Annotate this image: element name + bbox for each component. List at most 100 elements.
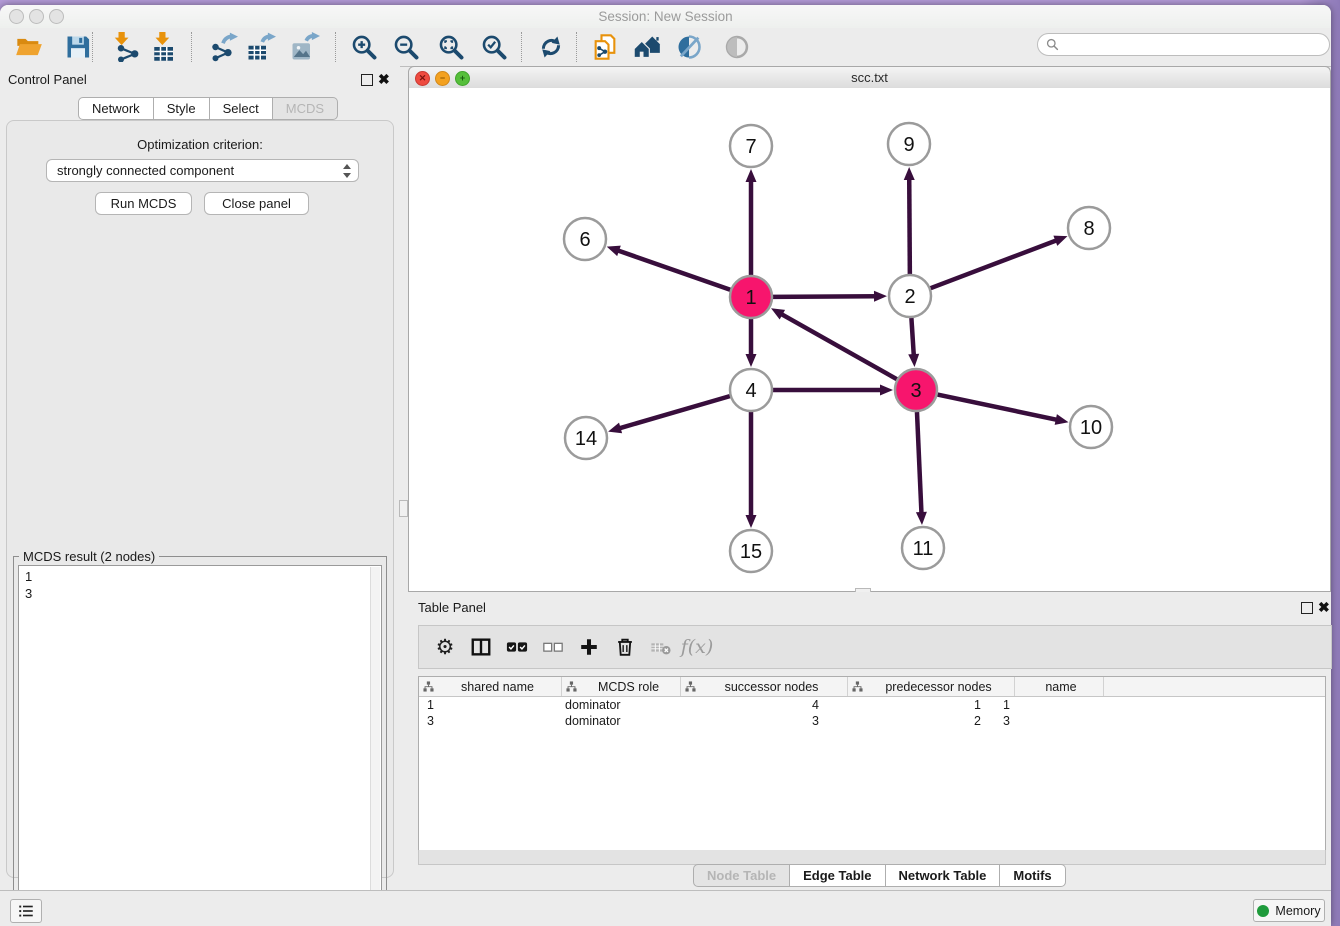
first-neighbors-button[interactable] bbox=[630, 30, 664, 64]
table-cell: 1 bbox=[419, 698, 557, 712]
import-network-button[interactable] bbox=[109, 30, 143, 64]
export-image-button[interactable] bbox=[288, 30, 322, 64]
table-tab-edge-table[interactable]: Edge Table bbox=[790, 864, 885, 887]
delete-column-button[interactable] bbox=[643, 629, 679, 665]
table-row[interactable]: 3dominator323 bbox=[419, 713, 1325, 729]
tab-network[interactable]: Network bbox=[78, 97, 154, 120]
import-table-button[interactable] bbox=[146, 30, 180, 64]
network-canvas[interactable]: 7968124314101511 bbox=[408, 88, 1331, 592]
criterion-select[interactable]: strongly connected component bbox=[46, 159, 359, 182]
refresh-button[interactable] bbox=[534, 30, 568, 64]
table-tab-network-table[interactable]: Network Table bbox=[886, 864, 1001, 887]
column-header-predecessor-nodes[interactable]: predecessor nodes bbox=[848, 677, 1015, 696]
graph-node-label: 7 bbox=[745, 136, 756, 158]
copy-network-button[interactable] bbox=[588, 30, 622, 64]
open-session-button[interactable] bbox=[12, 30, 46, 64]
mcds-panel: Optimization criterion: strongly connect… bbox=[6, 120, 394, 878]
sitemap-icon bbox=[852, 681, 863, 692]
graph-edge-arrowhead bbox=[1055, 414, 1069, 425]
table-row[interactable]: 1dominator411 bbox=[419, 697, 1325, 713]
mcds-result-legend: MCDS result (2 nodes) bbox=[19, 549, 159, 564]
table-settings-button[interactable]: ⚙ bbox=[427, 629, 463, 665]
graph-edge-2-3[interactable] bbox=[911, 318, 913, 357]
graph-edge-2-8[interactable] bbox=[931, 240, 1059, 288]
graph-edge-2-9[interactable] bbox=[909, 177, 910, 274]
table-close-panel-icon[interactable]: ✖ bbox=[1318, 599, 1330, 616]
mcds-result-line: 3 bbox=[25, 585, 381, 602]
mcds-result-textarea[interactable]: 13 bbox=[18, 565, 382, 921]
graph-edge-4-14[interactable] bbox=[618, 396, 730, 429]
graph-edge-3-10[interactable] bbox=[938, 395, 1059, 421]
delete-button[interactable] bbox=[607, 629, 643, 665]
control-panel-tabs: NetworkStyleSelectMCDS bbox=[78, 97, 338, 120]
graph-edge-3-11[interactable] bbox=[917, 412, 922, 515]
graph-edge-1-2[interactable] bbox=[773, 296, 877, 297]
zoom-out-button[interactable] bbox=[389, 30, 423, 64]
node-table-header: shared name MCDS rolesuccessor nodesprede… bbox=[419, 677, 1325, 697]
optimization-criterion-label: Optimization criterion: bbox=[7, 137, 393, 152]
column-header-successor-nodes[interactable]: successor nodes bbox=[681, 677, 848, 696]
split-pane-handle-vertical[interactable] bbox=[399, 500, 408, 517]
table-tab-motifs[interactable]: Motifs bbox=[1000, 864, 1065, 887]
network-graph: 7968124314101511 bbox=[409, 88, 1330, 591]
table-tabs: Node TableEdge TableNetwork TableMotifs bbox=[693, 864, 1066, 887]
select-all-button[interactable] bbox=[499, 629, 535, 665]
zoom-in-button[interactable] bbox=[347, 30, 381, 64]
zoom-selected-icon bbox=[480, 33, 508, 61]
export-table-button[interactable] bbox=[244, 30, 278, 64]
function-builder-button[interactable]: f(x) bbox=[679, 629, 715, 665]
copy-network-icon bbox=[591, 33, 619, 61]
session-title: Session: New Session bbox=[0, 9, 1331, 24]
zoom-fit-button[interactable] bbox=[434, 30, 468, 64]
memory-button-label: Memory bbox=[1275, 904, 1320, 918]
vizmapper-button[interactable] bbox=[672, 30, 706, 64]
run-mcds-button[interactable]: Run MCDS bbox=[95, 192, 192, 215]
deselect-all-button[interactable] bbox=[535, 629, 571, 665]
tab-mcds[interactable]: MCDS bbox=[273, 97, 338, 120]
control-panel-title: Control Panel bbox=[8, 72, 87, 87]
import-network-icon bbox=[111, 32, 141, 62]
zoom-out-icon bbox=[392, 33, 420, 61]
memory-button[interactable]: Memory bbox=[1253, 899, 1325, 922]
function-builder-icon: f(x) bbox=[681, 636, 714, 658]
zoom-in-icon bbox=[350, 33, 378, 61]
tab-select[interactable]: Select bbox=[210, 97, 273, 120]
network-window-title: scc.txt bbox=[409, 70, 1330, 85]
result-scrollbar[interactable] bbox=[370, 567, 380, 919]
float-panel-icon[interactable] bbox=[361, 74, 373, 86]
column-header-label: name bbox=[1019, 680, 1103, 694]
export-network-icon bbox=[208, 32, 238, 62]
add-button[interactable] bbox=[571, 629, 607, 665]
graph-edge-arrowhead bbox=[874, 291, 887, 302]
memory-status-dot bbox=[1257, 905, 1269, 917]
graph-edge-3-1[interactable] bbox=[780, 313, 897, 379]
column-header-shared-name[interactable]: shared name bbox=[419, 677, 562, 696]
add-icon bbox=[578, 636, 600, 658]
tab-style[interactable]: Style bbox=[154, 97, 210, 120]
zoom-selected-button[interactable] bbox=[477, 30, 511, 64]
export-network-button[interactable] bbox=[206, 30, 240, 64]
graph-edge-1-6[interactable] bbox=[616, 250, 730, 290]
column-header-mcds-role[interactable]: MCDS role bbox=[562, 677, 681, 696]
show-columns-button[interactable] bbox=[463, 629, 499, 665]
table-float-panel-icon[interactable] bbox=[1301, 602, 1313, 614]
network-window-titlebar: ✕ − + scc.txt bbox=[408, 66, 1331, 89]
search-input[interactable] bbox=[1064, 36, 1321, 53]
table-panel-title: Table Panel bbox=[418, 600, 486, 615]
graph-node-label: 14 bbox=[575, 428, 597, 450]
save-session-button[interactable] bbox=[61, 30, 95, 64]
control-panel: Control Panel ✖ NetworkStyleSelectMCDS O… bbox=[0, 66, 400, 880]
hide-selected-button[interactable] bbox=[720, 30, 754, 64]
close-panel-button[interactable]: Close panel bbox=[204, 192, 309, 215]
toolbar-separator bbox=[521, 32, 522, 62]
mcds-result-fieldset: MCDS result (2 nodes) 13 bbox=[13, 556, 387, 926]
table-cell: 3 bbox=[671, 714, 833, 728]
close-panel-icon[interactable]: ✖ bbox=[378, 71, 390, 88]
column-header-label: MCDS role bbox=[577, 680, 680, 694]
search-icon bbox=[1046, 38, 1059, 51]
task-history-button[interactable] bbox=[10, 899, 42, 923]
mcds-result-lines: 13 bbox=[19, 566, 381, 602]
column-header-name[interactable]: name bbox=[1015, 677, 1104, 696]
table-tab-node-table[interactable]: Node Table bbox=[693, 864, 790, 887]
graph-node-label: 3 bbox=[910, 380, 921, 402]
